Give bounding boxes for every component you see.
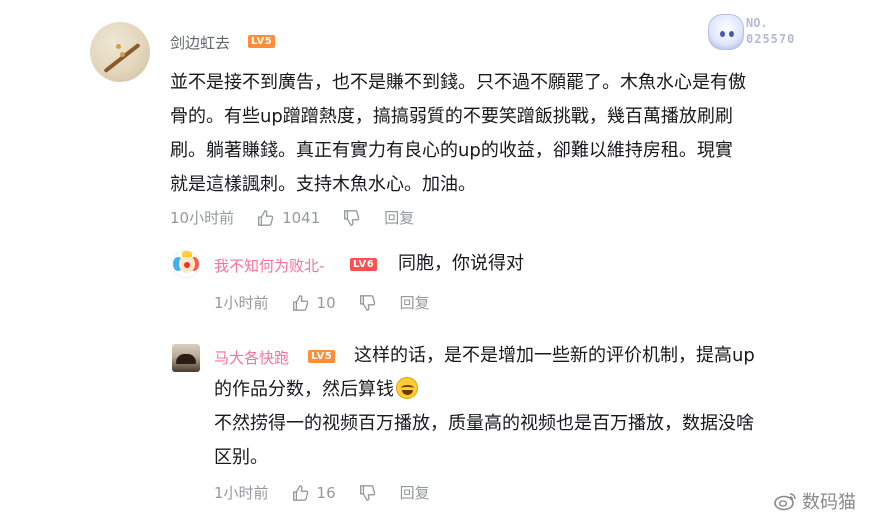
like-count: 1041: [282, 208, 321, 227]
reply-username[interactable]: 我不知何为败北-: [214, 255, 324, 276]
comment-meta: 10小时前 1041 回复: [170, 207, 414, 228]
comment-username[interactable]: 剑边虹去: [170, 32, 230, 53]
level-badge: LV6: [350, 258, 378, 271]
reply-button[interactable]: 回复: [400, 482, 430, 503]
reply-text-line: 同胞，你说得对: [398, 253, 524, 274]
reply-time: 1小时前: [214, 294, 269, 312]
thumb-down-icon[interactable]: [358, 294, 376, 312]
reply-text-line: 这样的话，是不是增加一些新的评价机制，提高up: [354, 345, 755, 366]
weibo-icon: [774, 493, 796, 511]
fan-badge: NO. 025570: [708, 14, 808, 50]
watermark-text: 数码猫: [802, 492, 856, 513]
reply-text-line: 区别。: [214, 447, 268, 468]
reply-avatar[interactable]: [172, 250, 200, 278]
reply-meta: 1小时前 16 回复: [214, 482, 430, 503]
thumb-down-icon[interactable]: [342, 209, 360, 227]
comment-text-line: 就是這樣諷刺。支持木魚水心。加油。: [170, 174, 476, 195]
reply-meta: 1小时前 10 回复: [214, 292, 430, 313]
thumb-up-icon[interactable]: [291, 484, 309, 502]
fan-badge-label: NO.: [746, 16, 768, 30]
reply-button[interactable]: 回复: [384, 207, 414, 228]
like-count: 10: [316, 293, 336, 312]
level-badge: LV5: [308, 350, 336, 363]
reply-time: 1小时前: [214, 484, 269, 502]
comment-time: 10小时前: [170, 209, 235, 227]
fan-badge-number: 025570: [746, 32, 796, 46]
thumb-up-icon[interactable]: [256, 209, 274, 227]
level-badge: LV5: [248, 35, 276, 48]
reply-text-segment: 的作品分数，然后算钱: [214, 379, 394, 400]
reply-button[interactable]: 回复: [400, 292, 430, 313]
fan-badge-avatar-icon: [708, 14, 744, 50]
comment-text-line: 骨的。有些up蹭蹭熱度，搞搞弱質的不要笑蹭飯挑戰，幾百萬播放刷刷: [170, 106, 733, 127]
like-count: 16: [316, 483, 336, 502]
watermark: 数码猫: [774, 488, 856, 514]
laughing-emoji-icon: [396, 377, 418, 399]
reply-username[interactable]: 马大各快跑: [214, 347, 289, 368]
thumb-down-icon[interactable]: [358, 484, 376, 502]
reply-avatar[interactable]: [172, 344, 200, 372]
comment-text-line: 並不是接不到廣告，也不是賺不到錢。只不過不願罷了。木魚水心是有傲: [170, 72, 746, 93]
thumb-up-icon[interactable]: [291, 294, 309, 312]
reply-text-line: 不然捞得一的视频百万播放，质量高的视频也是百万播放，数据没啥: [214, 413, 754, 434]
user-avatar[interactable]: [90, 22, 150, 82]
comment-text-line: 刷。躺著賺錢。真正有實力有良心的up的收益，卻難以維持房租。現實: [170, 140, 733, 161]
reply-text-line: 的作品分数，然后算钱: [214, 373, 418, 407]
